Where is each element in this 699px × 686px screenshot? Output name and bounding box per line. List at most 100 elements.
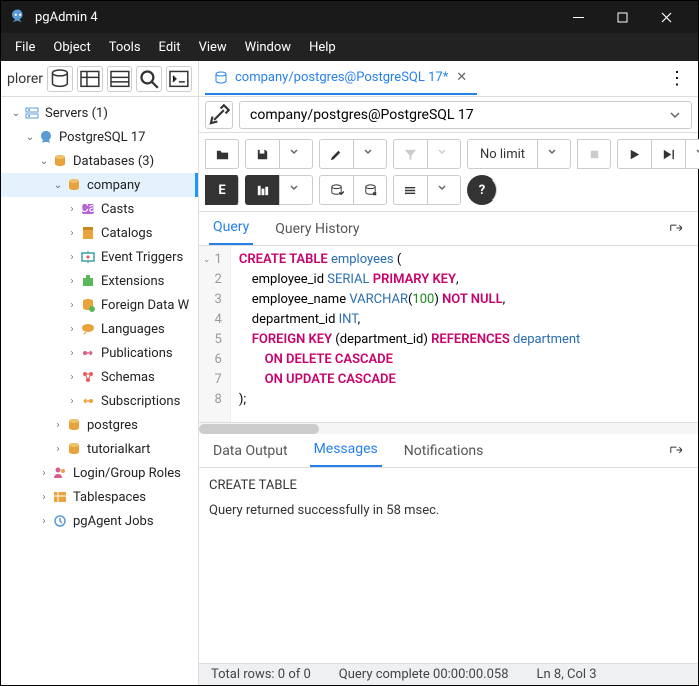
tree-item[interactable]: ›Login/Group Roles [1, 461, 198, 485]
query-tab[interactable]: company/postgres@PostgreSQL 17* ✕ [205, 62, 477, 95]
tree-item[interactable]: ⌄Databases (3) [1, 149, 198, 173]
database-icon [213, 70, 229, 86]
execute-menu-button[interactable] [685, 139, 699, 169]
macros-button[interactable] [393, 175, 427, 205]
trigger-icon [79, 248, 97, 266]
search-icon[interactable] [136, 66, 162, 92]
tree-arrow-icon[interactable]: › [65, 372, 79, 383]
menu-help[interactable]: Help [301, 36, 344, 59]
tree-item[interactable]: ⌄ company [1, 173, 198, 197]
catalog-icon [79, 224, 97, 242]
execute-button[interactable] [617, 139, 651, 169]
menu-edit[interactable]: Edit [151, 36, 189, 59]
explain-button[interactable] [651, 139, 685, 169]
sql-editor[interactable]: ⌄12345678 CREATE TABLE employees ( emplo… [199, 246, 698, 422]
edit-button[interactable] [319, 139, 353, 169]
tree-item[interactable]: › Subscriptions [1, 389, 198, 413]
tree-arrow-icon[interactable]: ⌄ [51, 180, 65, 191]
menu-object[interactable]: Object [45, 36, 98, 59]
menu-tools[interactable]: Tools [101, 36, 149, 59]
tree-item[interactable]: ⌄PostgreSQL 17 [1, 125, 198, 149]
filter-rows-icon[interactable] [107, 66, 133, 92]
tab-messages[interactable]: Messages [310, 433, 382, 467]
sub-icon [79, 392, 97, 410]
tree-item[interactable]: ›Catalogs [1, 221, 198, 245]
save-menu-button[interactable] [279, 139, 313, 169]
tab-menu-icon[interactable]: ⋮ [662, 62, 692, 95]
edit-menu-button[interactable] [353, 139, 387, 169]
help-button[interactable]: ? [467, 175, 497, 205]
explain-options-menu[interactable] [279, 175, 313, 205]
tree-item[interactable]: ⌄Servers (1) [1, 101, 198, 125]
tree-arrow-icon[interactable]: › [65, 300, 79, 311]
tree-item[interactable]: ›CaCasts [1, 197, 198, 221]
tree-arrow-icon[interactable]: ⌄ [23, 132, 37, 143]
minimize-button[interactable] [562, 2, 602, 32]
tree-arrow-icon[interactable]: › [65, 276, 79, 287]
tab-data-output[interactable]: Data Output [209, 435, 292, 467]
filter-button[interactable] [393, 139, 427, 169]
menubar: FileObjectToolsEditViewWindowHelp [1, 33, 698, 61]
tree-arrow-icon[interactable]: › [51, 420, 65, 431]
macros-menu-button[interactable] [427, 175, 461, 205]
explain-analyze-button[interactable]: E [205, 175, 239, 205]
save-button[interactable] [245, 139, 279, 169]
object-tree[interactable]: ⌄Servers (1)⌄PostgreSQL 17⌄Databases (3)… [1, 97, 198, 685]
connection-status-icon[interactable] [205, 101, 233, 129]
tree-item[interactable]: ›Event Triggers [1, 245, 198, 269]
explain-options-button[interactable] [245, 175, 279, 205]
limit-menu-button[interactable] [537, 139, 571, 169]
pub-icon [79, 344, 97, 362]
commit-button[interactable] [319, 175, 353, 205]
tree-arrow-icon[interactable]: › [65, 228, 79, 239]
tree-label: company [87, 178, 140, 193]
view-data-icon[interactable] [77, 66, 103, 92]
open-file-button[interactable] [205, 139, 239, 169]
tree-arrow-icon[interactable]: › [65, 348, 79, 359]
tree-item[interactable]: ›pgAgent Jobs [1, 509, 198, 533]
menu-view[interactable]: View [191, 36, 235, 59]
tree-arrow-icon[interactable]: › [37, 468, 51, 479]
tree-label: Extensions [101, 274, 164, 289]
tree-arrow-icon[interactable]: › [37, 516, 51, 527]
editor-tabs: Query Query History [199, 212, 698, 246]
query-tool-icon[interactable] [47, 66, 73, 92]
tab-query[interactable]: Query [209, 211, 253, 245]
menu-file[interactable]: File [7, 36, 43, 59]
tree-label: Subscriptions [101, 394, 180, 409]
psql-icon[interactable] [166, 66, 192, 92]
tree-arrow-icon[interactable]: ⌄ [37, 156, 51, 167]
tree-arrow-icon[interactable]: › [65, 204, 79, 215]
close-button[interactable] [650, 2, 690, 32]
tree-arrow-icon[interactable]: › [65, 252, 79, 263]
menu-window[interactable]: Window [237, 36, 299, 59]
tree-item[interactable]: ›Foreign Data W [1, 293, 198, 317]
editor-scrollbar[interactable] [199, 422, 698, 434]
tree-item[interactable]: ›Languages [1, 317, 198, 341]
tree-arrow-icon[interactable]: › [51, 444, 65, 455]
tree-item[interactable]: ›Tablespaces [1, 485, 198, 509]
tree-item[interactable]: › Extensions [1, 269, 198, 293]
tree-item[interactable]: ›Publications [1, 341, 198, 365]
tree-arrow-icon[interactable]: ⌄ [9, 108, 23, 119]
tblsp-icon [51, 488, 69, 506]
maximize-button[interactable] [606, 2, 646, 32]
filter-menu-button[interactable] [427, 139, 461, 169]
scroll-thumb[interactable] [199, 424, 319, 434]
limit-select[interactable]: No limit [467, 139, 537, 169]
rollback-button[interactable] [353, 175, 387, 205]
stop-button[interactable] [577, 139, 611, 169]
expand-output-icon[interactable] [662, 437, 688, 467]
expand-editor-icon[interactable] [662, 215, 688, 245]
tree-arrow-icon[interactable]: › [37, 492, 51, 503]
tree-arrow-icon[interactable]: › [65, 396, 79, 407]
tree-item[interactable]: ›Schemas [1, 365, 198, 389]
tab-query-history[interactable]: Query History [271, 213, 363, 245]
tree-item[interactable]: ›postgres [1, 413, 198, 437]
tabbar: company/postgres@PostgreSQL 17* ✕ ⋮ [199, 61, 698, 97]
connection-select[interactable]: company/postgres@PostgreSQL 17 [239, 101, 692, 129]
tab-notifications[interactable]: Notifications [400, 435, 488, 467]
tree-arrow-icon[interactable]: › [65, 324, 79, 335]
tree-item[interactable]: ›tutorialkart [1, 437, 198, 461]
tab-close-icon[interactable]: ✕ [454, 68, 469, 87]
